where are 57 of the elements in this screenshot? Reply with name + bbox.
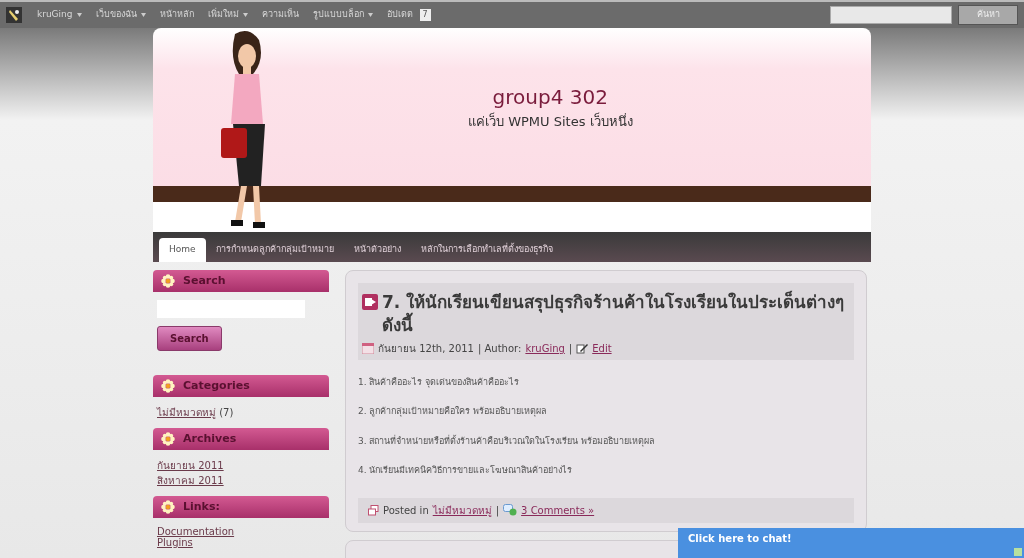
- nav-tab[interactable]: Home: [159, 238, 206, 262]
- site-title[interactable]: group4 302: [468, 82, 633, 112]
- list-item-text: 1. สินค้าคืออะไร จุดเด่นของสินค้าคืออะไร: [358, 375, 521, 390]
- post-date: กันยายน 12th, 2011: [378, 341, 474, 356]
- widget-title-text: Categories: [183, 377, 250, 394]
- list-item-text: 2. ลูกค้ากลุ่มเป้าหมายคือใคร พร้อมอธิบายเหตุผล: [358, 405, 549, 419]
- list-item-text: 4. นักเรียนมีเทคนิควิธีการขายและโฆษณาสินค้าอย่างไร: [358, 464, 574, 478]
- admin-search-field[interactable]: [830, 6, 952, 24]
- update-count: 7: [419, 9, 431, 21]
- caret-icon: [242, 13, 248, 17]
- site-tagline: แค่เว็บ WPMU Sites เว็บหนึ่ง: [468, 112, 633, 131]
- calendar-icon: [362, 342, 374, 354]
- blogroll-link[interactable]: Plugins: [157, 537, 193, 548]
- admin-menu-item[interactable]: หน้าหลัก: [159, 8, 194, 22]
- flower-icon: [161, 500, 175, 514]
- admin-menu-item[interactable]: เว็บของฉัน: [95, 8, 137, 22]
- folder-icon: [368, 504, 379, 516]
- admin-menu-item[interactable]: ความเห็น: [261, 8, 299, 22]
- category-link[interactable]: ไม่มีหมวดหมู่: [432, 502, 492, 518]
- post-icon: [362, 294, 378, 310]
- caret-icon: [140, 13, 146, 17]
- posted-in-label: Posted in: [383, 503, 429, 518]
- post-title[interactable]: 7. ให้นักเรียนเขียนสรุปธุรกิจร้านค้าในโรงเรียนในประเด็นต่างๆ ดังนี้: [382, 291, 850, 337]
- search-button[interactable]: Search: [157, 326, 222, 351]
- widget-title-text: Archives: [183, 430, 237, 447]
- separator: |: [568, 341, 573, 356]
- flower-icon: [161, 432, 175, 446]
- admin-menu-item[interactable]: เพิ่มใหม่: [207, 8, 239, 22]
- admin-menu-item[interactable]: รูปแบบบล็อก: [312, 8, 364, 22]
- admin-menu-item[interactable]: อัปเดต: [386, 8, 413, 22]
- chat-bar[interactable]: Click here to chat!: [678, 528, 1024, 558]
- pencil-icon: [576, 342, 589, 355]
- logo-icon[interactable]: [6, 7, 22, 23]
- nav-tab[interactable]: หน้าตัวอย่าง: [343, 238, 411, 262]
- admin-menu-item[interactable]: kruGing: [37, 8, 73, 22]
- archive-link[interactable]: กันยายน 2011: [157, 460, 224, 471]
- nav-tab[interactable]: หลักในการเลือกทำเลที่ตั้งของธุรกิจ: [410, 238, 563, 262]
- caret-icon: [76, 13, 82, 17]
- author-link[interactable]: kruGing: [525, 340, 565, 356]
- caret-icon: [367, 13, 373, 17]
- list-item-text: 3. สถานที่จำหน่ายหรือที่ตั้งร้านค้าคือบริเวณใดในโรงเรียน พร้อมอธิบายเหตุผล: [358, 434, 657, 449]
- widget-title-text: Links:: [183, 498, 220, 515]
- category-count: (7): [219, 407, 234, 418]
- nav-tab[interactable]: การกำหนดลูกค้ากลุ่มเป้าหมาย: [205, 238, 344, 262]
- flower-icon: [161, 274, 175, 288]
- minimize-icon[interactable]: [1014, 548, 1022, 556]
- flower-icon: [161, 379, 175, 393]
- blogroll-link[interactable]: Documentation: [157, 526, 235, 537]
- comments-icon: [503, 504, 518, 517]
- author-label: | Author:: [477, 341, 522, 356]
- category-link[interactable]: ไม่มีหมวดหมู่: [157, 407, 216, 418]
- widget-title-text: Search: [183, 272, 226, 289]
- edit-link[interactable]: Edit: [592, 340, 612, 356]
- archive-link[interactable]: สิงหาคม 2011: [157, 475, 224, 486]
- chat-label[interactable]: Click here to chat!: [688, 533, 792, 544]
- comments-link[interactable]: 3 Comments »: [521, 502, 595, 518]
- separator: |: [495, 503, 500, 518]
